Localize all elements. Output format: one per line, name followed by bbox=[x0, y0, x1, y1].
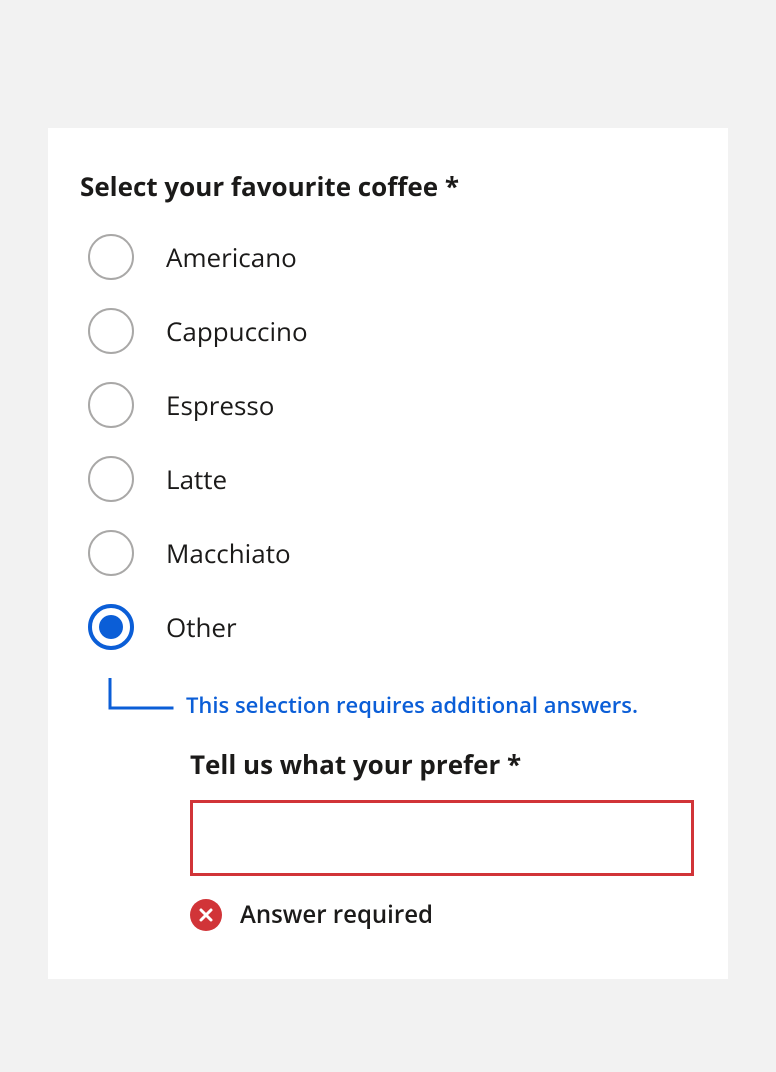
radio-button[interactable] bbox=[88, 234, 134, 280]
branch-connector-icon bbox=[102, 678, 176, 720]
radio-option-other[interactable]: Other bbox=[88, 604, 696, 650]
sub-question: Tell us what your prefer * Answer requir… bbox=[190, 746, 696, 931]
radio-label: Macchiato bbox=[166, 535, 291, 571]
radio-label: Espresso bbox=[166, 387, 274, 423]
radio-option-cappuccino[interactable]: Cappuccino bbox=[88, 308, 696, 354]
branch-note: This selection requires additional answe… bbox=[186, 692, 638, 720]
radio-option-latte[interactable]: Latte bbox=[88, 456, 696, 502]
radio-label: Cappuccino bbox=[166, 313, 308, 349]
error-text: Answer required bbox=[240, 898, 433, 931]
radio-label: Latte bbox=[166, 461, 227, 497]
question-card: Select your favourite coffee * Americano… bbox=[48, 128, 728, 979]
radio-option-americano[interactable]: Americano bbox=[88, 234, 696, 280]
error-icon bbox=[190, 899, 222, 931]
radio-option-macchiato[interactable]: Macchiato bbox=[88, 530, 696, 576]
radio-button[interactable] bbox=[88, 308, 134, 354]
radio-button[interactable] bbox=[88, 382, 134, 428]
radio-button[interactable] bbox=[88, 604, 134, 650]
radio-label: Americano bbox=[166, 239, 297, 275]
radio-button[interactable] bbox=[88, 530, 134, 576]
question-title: Select your favourite coffee * bbox=[80, 168, 696, 204]
branch-container: This selection requires additional answe… bbox=[102, 678, 696, 720]
radio-option-espresso[interactable]: Espresso bbox=[88, 382, 696, 428]
sub-question-title: Tell us what your prefer * bbox=[190, 746, 696, 782]
radio-button[interactable] bbox=[88, 456, 134, 502]
sub-question-input[interactable] bbox=[190, 800, 694, 876]
radio-label: Other bbox=[166, 609, 237, 645]
error-row: Answer required bbox=[190, 898, 696, 931]
branch-row: This selection requires additional answe… bbox=[102, 678, 696, 720]
